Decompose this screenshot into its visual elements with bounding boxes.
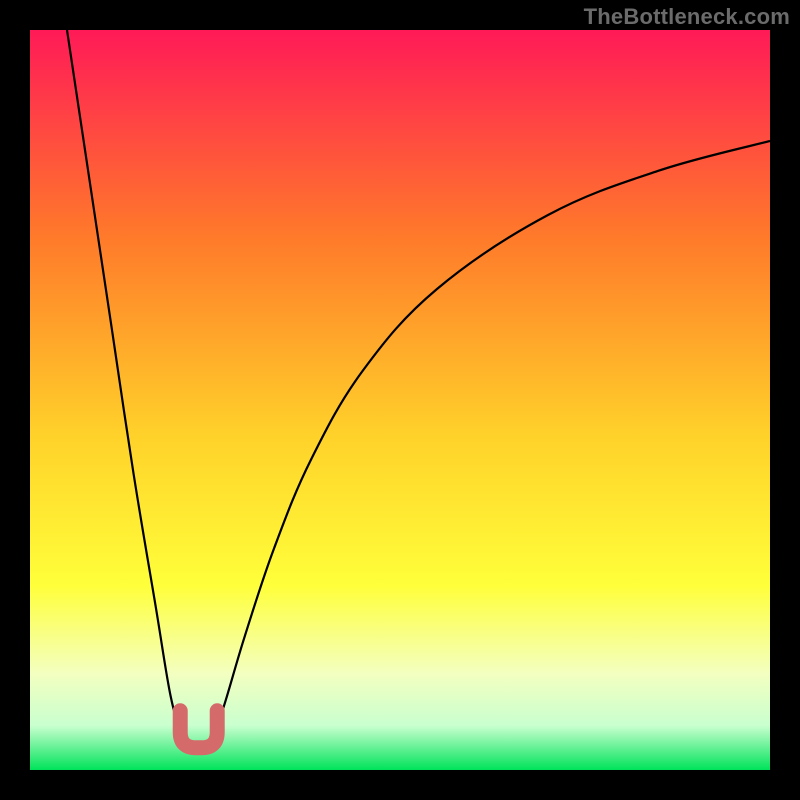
- plot-area: [30, 30, 770, 770]
- chart-frame: TheBottleneck.com: [0, 0, 800, 800]
- chart-svg: [30, 30, 770, 770]
- gradient-background: [30, 30, 770, 770]
- watermark-text: TheBottleneck.com: [584, 4, 790, 30]
